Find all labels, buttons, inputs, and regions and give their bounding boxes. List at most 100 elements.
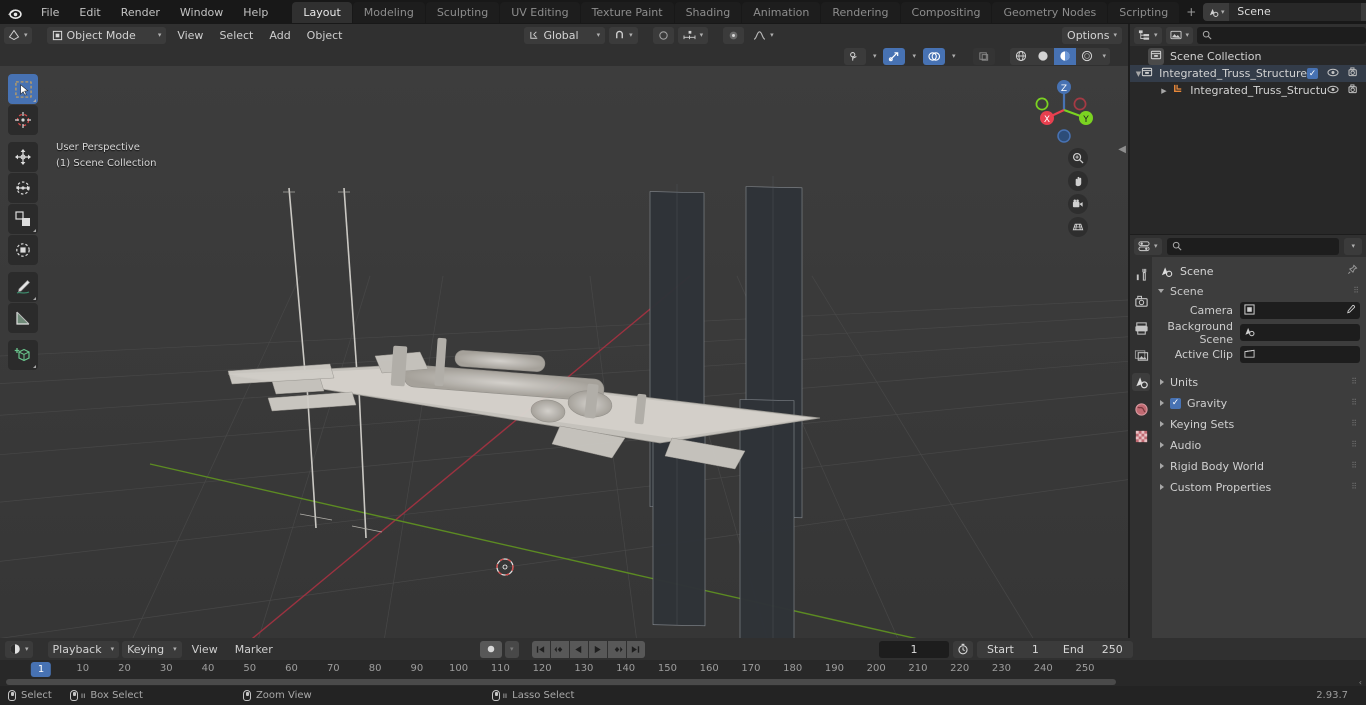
checker-texture-tab[interactable]: [1132, 427, 1150, 445]
section-grip[interactable]: ⠿: [1351, 441, 1358, 449]
outliner-search-input[interactable]: [1197, 26, 1366, 44]
next-keyframe-icon[interactable]: [607, 640, 626, 658]
timeline-playhead[interactable]: 1: [30, 662, 52, 677]
duplicate-icon[interactable]: [1361, 3, 1366, 21]
workspace-tab-modeling[interactable]: Modeling: [352, 1, 425, 23]
menu-file[interactable]: File: [31, 3, 69, 22]
overlays-toggle[interactable]: [922, 47, 945, 65]
timeline-editor-icon[interactable]: ▾: [5, 640, 33, 658]
proportional-edit-toggle[interactable]: [652, 26, 674, 44]
section-grip[interactable]: ⠿: [1351, 483, 1358, 491]
tweak-select-tool[interactable]: [8, 74, 38, 104]
measure-tool[interactable]: [8, 303, 38, 333]
options-button[interactable]: Options ▾: [1062, 26, 1122, 44]
start-value[interactable]: 1: [1032, 643, 1039, 656]
jump-start-icon[interactable]: [531, 640, 550, 658]
record-dropdown[interactable]: ▾: [505, 640, 519, 658]
stopwatch-icon[interactable]: [953, 640, 973, 658]
property-section-audio[interactable]: Audio ⠿: [1152, 435, 1366, 455]
add-cube-tool[interactable]: [8, 340, 38, 370]
shading-wireframe-button[interactable]: [1010, 48, 1032, 65]
viewport-menu-add[interactable]: Add: [262, 29, 297, 42]
property-field-background-scene[interactable]: [1240, 324, 1360, 341]
property-field-camera[interactable]: [1240, 302, 1360, 319]
scene-panel-header[interactable]: Scene ⠿: [1152, 281, 1366, 301]
render-camera-icon[interactable]: [1348, 67, 1360, 80]
timeline-menu-view[interactable]: View: [185, 643, 225, 656]
mode-selector[interactable]: Object Mode ▾: [46, 26, 167, 44]
menu-help[interactable]: Help: [233, 3, 278, 22]
outliner-filter-view-icon[interactable]: ▾: [1165, 26, 1194, 44]
menu-render[interactable]: Render: [111, 3, 170, 22]
world-globe-tab[interactable]: [1132, 400, 1150, 418]
scale-tool[interactable]: [8, 204, 38, 234]
property-section-keying-sets[interactable]: Keying Sets ⠿: [1152, 414, 1366, 434]
property-section-units[interactable]: Units ⠿: [1152, 372, 1366, 392]
outliner-row[interactable]: Scene Collection: [1130, 48, 1366, 65]
shading-material-preview-button[interactable]: [1054, 47, 1077, 65]
orthographic-icon[interactable]: [1068, 217, 1088, 237]
property-field-active-clip[interactable]: [1240, 346, 1360, 363]
jump-end-icon[interactable]: [626, 640, 645, 658]
eyedropper-icon[interactable]: [1345, 304, 1356, 318]
property-section-rigid-body-world[interactable]: Rigid Body World ⠿: [1152, 456, 1366, 476]
rotate-tool[interactable]: [8, 173, 38, 203]
workspace-tab-layout[interactable]: Layout: [292, 1, 352, 23]
prev-keyframe-icon[interactable]: [550, 640, 569, 658]
viewport-menu-object[interactable]: Object: [300, 29, 350, 42]
exclude-checkbox[interactable]: ✓: [1307, 68, 1318, 79]
cursor-tool[interactable]: [8, 105, 38, 135]
menu-window[interactable]: Window: [170, 3, 233, 22]
overlays-dropdown[interactable]: ▾: [949, 48, 959, 65]
play-icon[interactable]: [588, 640, 607, 658]
render-camera-tab[interactable]: [1132, 292, 1150, 310]
frame-range-fields[interactable]: Start 1 End 250: [977, 640, 1133, 658]
section-grip[interactable]: ⠿: [1351, 462, 1358, 470]
3d-viewport[interactable]: User Perspective (1) Scene Collection Z …: [0, 66, 1128, 638]
transform-orientation-selector[interactable]: Global ▾: [523, 26, 606, 44]
scene-icon[interactable]: ▾: [1203, 3, 1230, 21]
timeline-scrollbar-thumb[interactable]: [6, 679, 1116, 685]
end-value[interactable]: 250: [1102, 643, 1123, 656]
properties-search-field[interactable]: [1185, 239, 1335, 253]
eye-icon[interactable]: [1327, 84, 1339, 97]
render-camera-icon[interactable]: [1348, 84, 1360, 97]
falloff-curve-selector[interactable]: ▾: [748, 27, 779, 44]
outliner-row[interactable]: ▼ Integrated_Truss_Structure ✓: [1130, 65, 1366, 82]
snap-target-selector[interactable]: ▾: [677, 26, 709, 44]
expand-triangle-icon[interactable]: ▶: [1161, 87, 1172, 95]
eye-icon[interactable]: [1327, 67, 1339, 80]
output-printer-tab[interactable]: [1132, 319, 1150, 337]
scene-name-field[interactable]: Scene: [1229, 3, 1362, 21]
section-checkbox[interactable]: ✓: [1170, 397, 1181, 409]
viewport-menu-view[interactable]: View: [170, 29, 210, 42]
shading-dropdown[interactable]: ▾: [1098, 48, 1110, 65]
xray-toggle[interactable]: [973, 47, 996, 65]
transform-tool[interactable]: [8, 235, 38, 265]
view-axis-gizmo[interactable]: Z Y X: [1028, 74, 1100, 146]
properties-search-input[interactable]: [1166, 237, 1340, 255]
pan-icon[interactable]: [1068, 171, 1088, 191]
workspace-tab-scripting[interactable]: Scripting: [1108, 1, 1180, 23]
workspace-tab-uv-editing[interactable]: UV Editing: [500, 1, 580, 23]
scene-selector[interactable]: ▾ Scene ✕: [1203, 3, 1366, 21]
proportional-falloff-toggle[interactable]: [723, 26, 745, 44]
outliner-row[interactable]: ▶ Integrated_Truss_Structu: [1130, 82, 1366, 99]
workspace-tab-animation[interactable]: Animation: [742, 1, 821, 23]
shading-rendered-button[interactable]: [1076, 48, 1098, 65]
visibility-dropdown[interactable]: ▾: [870, 48, 880, 65]
zoom-icon[interactable]: [1068, 148, 1088, 168]
timeline-menu-playback[interactable]: Playback ▾: [47, 640, 120, 658]
property-section-gravity[interactable]: ✓ Gravity ⠿: [1152, 393, 1366, 413]
section-grip[interactable]: ⠿: [1351, 378, 1358, 386]
viewport-menu-select[interactable]: Select: [212, 29, 260, 42]
timeline-menu-marker[interactable]: Marker: [228, 643, 280, 656]
workspace-tab-shading[interactable]: Shading: [674, 1, 742, 23]
outliner-display-icon[interactable]: ▾: [1134, 26, 1162, 44]
snap-toggle[interactable]: ▾: [609, 26, 638, 44]
move-tool[interactable]: [8, 142, 38, 172]
gizmo-dropdown[interactable]: ▾: [909, 48, 919, 65]
gizmo-toggle[interactable]: [883, 47, 906, 65]
pin-icon[interactable]: [1347, 264, 1358, 278]
record-icon[interactable]: [480, 640, 502, 658]
